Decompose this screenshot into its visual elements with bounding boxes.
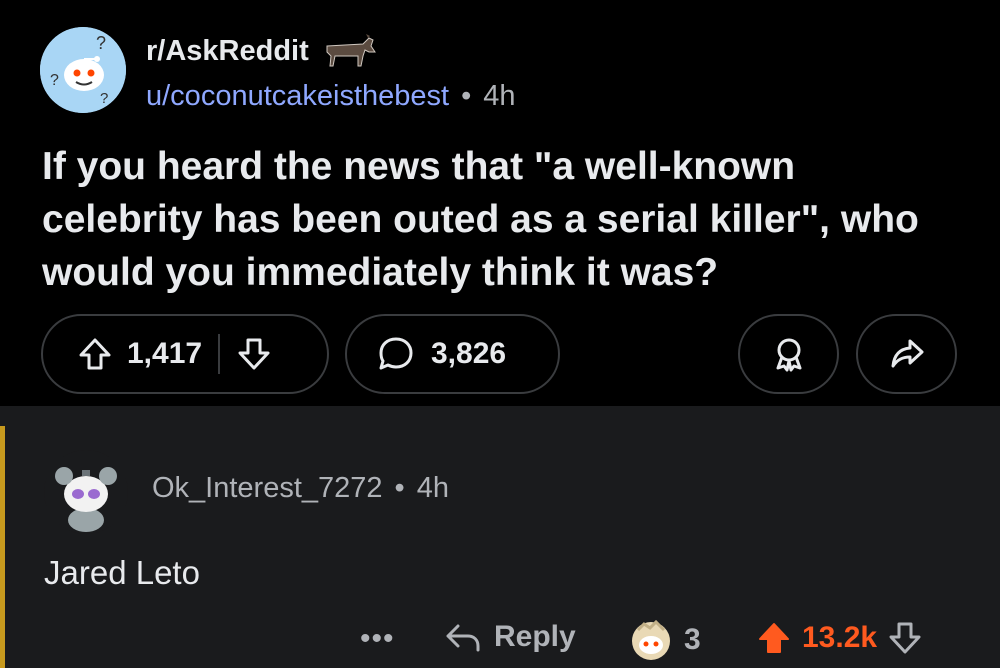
post-age: 4h xyxy=(483,80,516,112)
subreddit-avatar-icon[interactable]: ? ? ? xyxy=(40,27,126,113)
upvote-filled-icon[interactable] xyxy=(756,620,792,656)
comment-score: 13.2k xyxy=(802,621,878,654)
meta-separator: • xyxy=(461,80,472,112)
post-title[interactable]: If you heard the news that "a well-known… xyxy=(42,140,942,299)
share-icon xyxy=(888,335,926,373)
thread-line[interactable] xyxy=(0,426,5,668)
donkey-flair-icon xyxy=(319,34,377,68)
svg-text:?: ? xyxy=(100,90,108,107)
reply-label: Reply xyxy=(494,620,576,653)
post-card: ? ? ? r/AskReddit u/coconutcakeisthebest… xyxy=(0,0,1000,406)
upvote-icon[interactable] xyxy=(77,336,113,372)
award-snoo-icon xyxy=(628,618,674,662)
comment-author[interactable]: Ok_Interest_7272 xyxy=(152,472,383,505)
vote-divider xyxy=(218,334,221,374)
reply-icon xyxy=(444,620,482,654)
comments-button[interactable]: 3,826 xyxy=(345,314,560,394)
more-options-button[interactable]: ••• xyxy=(360,622,395,656)
svg-text:?: ? xyxy=(50,72,59,89)
commenter-avatar-icon[interactable] xyxy=(44,450,128,534)
post-author[interactable]: u/coconutcakeisthebest xyxy=(146,80,449,113)
award-button[interactable] xyxy=(738,314,839,394)
comment-card: Ok_Interest_7272 • 4h Jared Leto ••• Rep… xyxy=(0,406,1000,668)
comment-award[interactable]: 3 xyxy=(628,618,701,662)
award-count: 3 xyxy=(684,623,701,656)
comment-votes: 13.2k xyxy=(756,620,923,656)
post-meta: u/coconutcakeisthebest • 4h xyxy=(146,80,516,113)
share-button[interactable] xyxy=(856,314,957,394)
comment-actions: ••• Reply 3 13.2k xyxy=(360,614,980,664)
comment-meta: Ok_Interest_7272 • 4h xyxy=(152,472,449,505)
vote-controls: 1,417 xyxy=(41,314,329,394)
comment-count: 3,826 xyxy=(431,337,507,370)
comment-body: Jared Leto xyxy=(44,554,200,591)
subreddit-link[interactable]: r/AskReddit xyxy=(146,35,309,68)
subreddit-name[interactable]: r/AskReddit xyxy=(146,34,377,68)
award-icon xyxy=(770,335,808,373)
comment-icon xyxy=(377,335,415,373)
comment-age: 4h xyxy=(416,472,449,504)
downvote-icon[interactable] xyxy=(887,620,923,656)
meta-separator: • xyxy=(394,472,405,504)
reply-button[interactable]: Reply xyxy=(444,620,576,654)
upvote-count: 1,417 xyxy=(127,337,203,370)
svg-text:?: ? xyxy=(96,33,106,53)
downvote-icon[interactable] xyxy=(236,336,272,372)
